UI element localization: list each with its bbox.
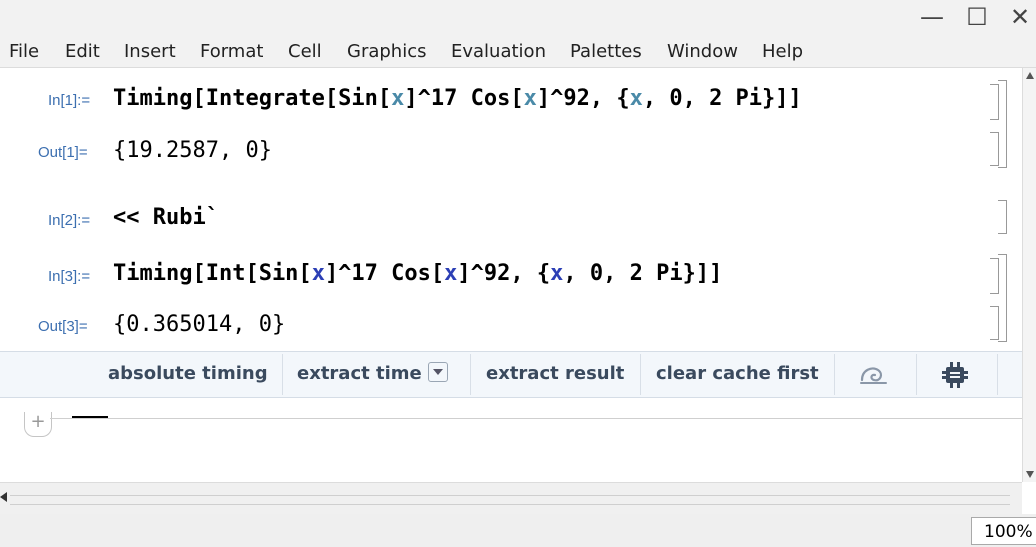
chevron-down-icon[interactable] xyxy=(427,362,448,382)
toolbar-separator xyxy=(834,354,835,395)
toolbar-separator xyxy=(470,354,471,395)
menu-window[interactable]: Window xyxy=(667,41,738,62)
status-bar xyxy=(0,514,1036,547)
out1-label: Out[1]= xyxy=(38,144,88,161)
scroll-up-icon[interactable] xyxy=(1026,72,1034,79)
toolbar-separator xyxy=(997,354,998,395)
out3-label: Out[3]= xyxy=(38,318,88,335)
menu-evaluation[interactable]: Evaluation xyxy=(451,41,546,62)
scroll-down-icon[interactable] xyxy=(1026,471,1034,478)
out3-value[interactable]: {0.365014, 0} xyxy=(113,312,285,337)
insertion-cursor xyxy=(72,416,108,418)
in1-code[interactable]: Timing[Integrate[Sin[x]^17 Cos[x]^92, {x… xyxy=(113,86,802,111)
gear-icon[interactable] xyxy=(940,360,970,390)
horizontal-scrollbar[interactable] xyxy=(0,482,1022,515)
toolbar-separator xyxy=(640,354,641,395)
in2-label: In[2]:= xyxy=(48,212,91,229)
scroll-track[interactable] xyxy=(10,495,1010,505)
suggestions-bar: absolute timing extract time extract res… xyxy=(0,351,1022,398)
vertical-scrollbar[interactable] xyxy=(1022,68,1036,482)
add-cell-button[interactable]: + xyxy=(24,412,52,437)
menu-palettes[interactable]: Palettes xyxy=(570,41,642,62)
zoom-level[interactable]: 100% xyxy=(971,517,1036,545)
in3-label: In[3]:= xyxy=(48,268,91,285)
absolute-timing-button[interactable]: absolute timing xyxy=(108,352,268,397)
extract-result-button[interactable]: extract result xyxy=(486,352,624,397)
menu-format[interactable]: Format xyxy=(200,41,263,62)
group-bracket-3[interactable] xyxy=(998,254,1007,342)
in1-label: In[1]:= xyxy=(48,92,91,109)
group-bracket-1[interactable] xyxy=(998,80,1007,168)
menu-graphics[interactable]: Graphics xyxy=(347,41,427,62)
menu-cell[interactable]: Cell xyxy=(288,41,322,62)
menu-file[interactable]: File xyxy=(9,41,39,62)
menu-bar: File Edit Insert Format Cell Graphics Ev… xyxy=(0,36,1036,68)
cell-bracket-in2[interactable] xyxy=(998,200,1007,234)
clear-cache-button[interactable]: clear cache first xyxy=(656,352,819,397)
cell-insertion-line xyxy=(50,418,1022,419)
close-button[interactable]: ✕ xyxy=(1000,2,1036,32)
out1-value[interactable]: {19.2587, 0} xyxy=(113,138,272,163)
scroll-left-icon[interactable] xyxy=(0,492,7,502)
menu-help[interactable]: Help xyxy=(762,41,803,62)
maximize-button[interactable]: ☐ xyxy=(957,2,997,32)
toolbar-separator xyxy=(916,354,917,395)
minimize-button[interactable]: — xyxy=(912,2,952,32)
menu-insert[interactable]: Insert xyxy=(124,41,176,62)
in3-code[interactable]: Timing[Int[Sin[x]^17 Cos[x]^92, {x, 0, 2… xyxy=(113,261,722,286)
extract-time-button[interactable]: extract time xyxy=(297,352,448,397)
menu-edit[interactable]: Edit xyxy=(65,41,100,62)
toolbar-separator xyxy=(282,354,283,395)
in2-code[interactable]: << Rubi` xyxy=(113,205,219,230)
title-bar: — ☐ ✕ xyxy=(0,0,1036,36)
swirl-icon[interactable] xyxy=(858,360,890,390)
